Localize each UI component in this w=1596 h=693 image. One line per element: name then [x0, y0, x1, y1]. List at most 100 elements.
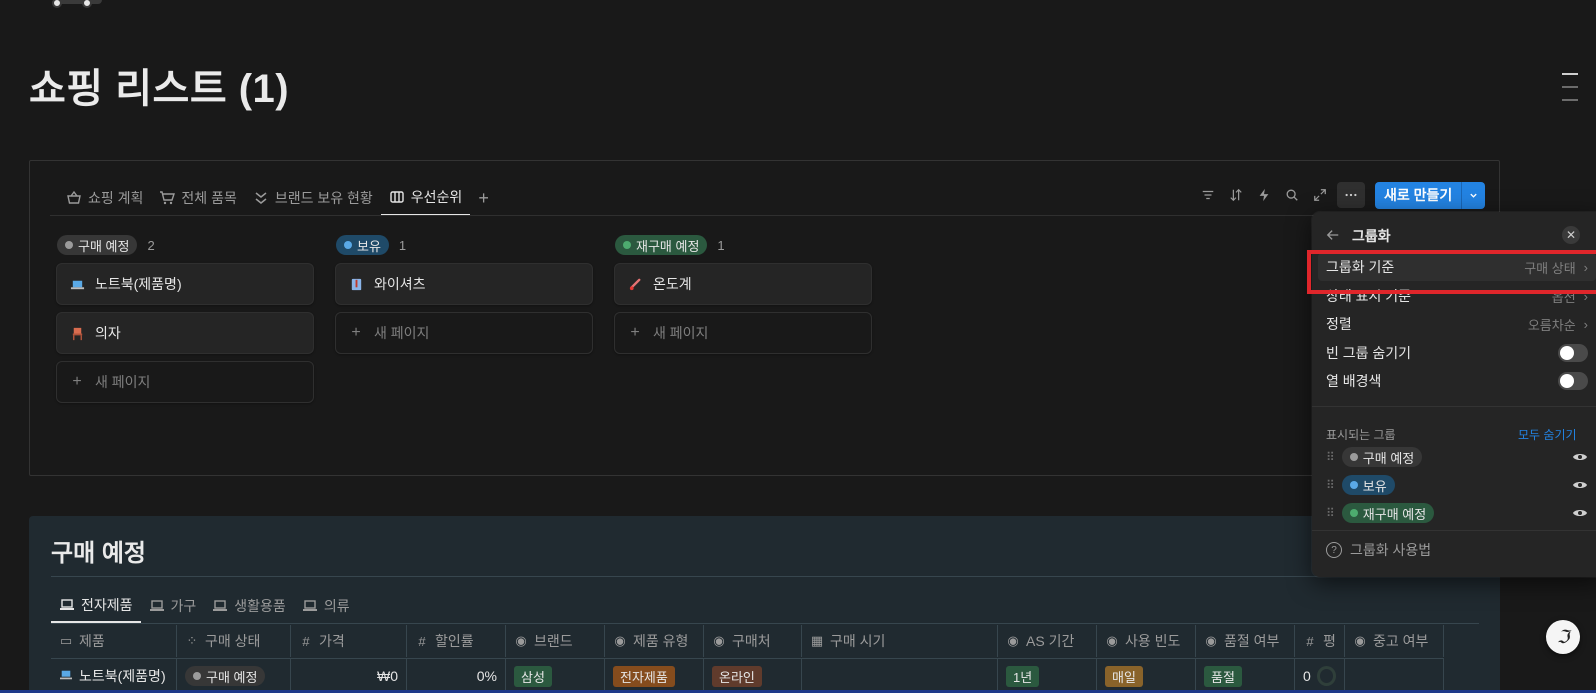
assistant-button[interactable]: ℑ — [1546, 620, 1580, 654]
sort-icon[interactable] — [1225, 184, 1247, 206]
column-background-toggle[interactable] — [1558, 372, 1588, 390]
laptop-icon — [59, 668, 73, 684]
hide-all-button[interactable]: 모두 숨기기 — [1518, 426, 1577, 443]
filter-icon[interactable] — [1197, 184, 1219, 206]
group-item[interactable]: ⠿ 구매 예정 — [1326, 444, 1588, 470]
eye-icon[interactable] — [1572, 451, 1588, 463]
status-badge: 보유 — [1341, 475, 1395, 495]
column-label: 제품 유형 — [633, 633, 689, 649]
add-view-button[interactable]: + — [470, 188, 497, 209]
column-header[interactable]: ▦ 구매 시기 — [802, 625, 998, 657]
column-header[interactable]: ◉ 중고 여부 — [1345, 625, 1444, 657]
divider — [51, 576, 1479, 577]
tab-clothing[interactable]: 의류 — [294, 589, 358, 623]
title-icon: ▭ — [59, 633, 73, 648]
board-card[interactable]: 온도계 — [614, 263, 872, 305]
drag-handle-icon[interactable]: ⠿ — [1326, 450, 1335, 464]
column-label: 품절 여부 — [1224, 633, 1280, 649]
column-header[interactable]: # 평 — [1295, 625, 1345, 657]
close-icon[interactable]: ✕ — [1562, 226, 1580, 244]
cell-frequency[interactable]: 매일 — [1097, 659, 1196, 693]
drag-handle-icon[interactable]: ⠿ — [1326, 478, 1335, 492]
group-item[interactable]: ⠿ 보유 — [1326, 472, 1588, 498]
status-icon: ⁘ — [186, 633, 198, 648]
cell-purchase-date[interactable] — [802, 659, 998, 693]
divider — [51, 623, 1479, 624]
cell-discount[interactable]: 0% — [407, 659, 506, 693]
tab-label: 브랜드 보유 현황 — [274, 190, 373, 206]
column-header[interactable]: # 할인률 — [407, 625, 506, 657]
calendar-icon: ▦ — [810, 633, 824, 648]
column-header[interactable]: ⁘ 구매 상태 — [177, 625, 291, 657]
more-options-icon[interactable] — [1337, 182, 1365, 208]
cell-as-period[interactable]: 1년 — [998, 659, 1097, 693]
tab-electronics[interactable]: 전자제품 — [51, 589, 141, 623]
cell-used[interactable] — [1345, 659, 1444, 693]
cell-brand[interactable]: 삼성 — [506, 659, 605, 693]
cell-status[interactable]: 구매 예정 — [177, 659, 291, 693]
group-count: 1 — [717, 237, 725, 253]
board-column: 재구매 예정 1 온도계 + 새 페이지 — [614, 234, 872, 361]
cell-rating[interactable]: 0 — [1295, 659, 1345, 693]
column-header[interactable]: ◉ 제품 유형 — [605, 625, 704, 657]
board-card[interactable]: 의자 — [56, 312, 314, 354]
new-page-button[interactable]: + 새 페이지 — [56, 361, 314, 403]
tab-all-items[interactable]: 전체 품목 — [151, 180, 244, 216]
hide-empty-toggle[interactable] — [1558, 344, 1588, 362]
page-icon[interactable] — [48, 0, 106, 12]
cell-product[interactable]: 노트북(제품명) — [51, 659, 177, 693]
status-badge[interactable]: 재구매 예정 — [615, 235, 708, 255]
status-badge[interactable]: 보유 — [336, 235, 389, 255]
board-card[interactable]: 와이셔츠 — [335, 263, 593, 305]
expand-icon[interactable] — [1309, 184, 1331, 206]
tab-shopping-plan[interactable]: 쇼핑 계획 — [58, 180, 151, 216]
status-label: 재구매 예정 — [636, 238, 700, 254]
chevron-down-icon[interactable] — [1461, 181, 1485, 209]
column-header[interactable]: ◉ 품절 여부 — [1196, 625, 1295, 657]
table-row[interactable]: 노트북(제품명) 구매 예정 ₩0 0% 삼성 전자제품 온라인 1년 매일 품… — [51, 658, 1444, 693]
column-label: 평 — [1323, 633, 1336, 649]
cell-price[interactable]: ₩0 — [291, 659, 407, 693]
new-button[interactable]: 새로 만들기 — [1375, 182, 1461, 209]
column-label: 구매처 — [732, 633, 771, 649]
column-header[interactable]: ◉ 구매처 — [704, 625, 802, 657]
tab-priority[interactable]: 우선순위 — [380, 180, 471, 216]
new-page-button[interactable]: + 새 페이지 — [614, 312, 872, 354]
eye-icon[interactable] — [1572, 507, 1588, 519]
column-header[interactable]: ◉ 브랜드 — [506, 625, 605, 657]
panel-title: 그룹화 — [1352, 228, 1391, 244]
automation-bolt-icon[interactable] — [1253, 184, 1275, 206]
column-header[interactable]: ◉ AS 기간 — [998, 625, 1097, 657]
cell-type[interactable]: 전자제품 — [605, 659, 704, 693]
search-icon[interactable] — [1281, 184, 1303, 206]
frequency-tag: 매일 — [1105, 665, 1143, 687]
cell-store[interactable]: 온라인 — [704, 659, 802, 693]
status-badge[interactable]: 구매 예정 — [57, 235, 138, 255]
eye-icon[interactable] — [1572, 479, 1588, 491]
sort-row[interactable]: 정렬 오름차순 › — [1318, 310, 1596, 338]
column-header[interactable]: ◉ 사용 빈도 — [1097, 625, 1196, 657]
page-title: 쇼핑 리스트 (1) — [29, 67, 290, 111]
tab-label: 전체 품목 — [181, 190, 237, 206]
tab-furniture[interactable]: 가구 — [141, 589, 205, 623]
column-header[interactable]: ▭ 제품 — [51, 625, 177, 657]
status-label: 구매 예정 — [206, 669, 258, 685]
tab-household[interactable]: 생활용품 — [204, 589, 294, 623]
drag-handle-icon[interactable]: ⠿ — [1326, 506, 1335, 520]
board-card[interactable]: 노트북(제품명) — [56, 263, 314, 305]
row-value: 오름차순 — [1527, 317, 1576, 333]
new-page-button[interactable]: + 새 페이지 — [335, 312, 593, 354]
board-column: 보유 1 와이셔츠 + 새 페이지 — [335, 234, 593, 361]
grouping-help-link[interactable]: ? 그룹화 사용법 — [1326, 540, 1431, 560]
tab-brand-status[interactable]: 브랜드 보유 현황 — [245, 180, 381, 216]
cell-soldout[interactable]: 품절 — [1196, 659, 1295, 693]
plus-icon: + — [630, 324, 640, 341]
back-arrow-icon[interactable] — [1326, 228, 1340, 245]
column-label: 제품 — [79, 633, 105, 649]
tab-label: 전자제품 — [81, 597, 133, 613]
column-header[interactable]: # 가격 — [291, 625, 407, 657]
table-of-contents-icon[interactable] — [1562, 73, 1578, 112]
divider — [1312, 530, 1596, 531]
laptop-icon — [60, 599, 74, 610]
group-item[interactable]: ⠿ 재구매 예정 — [1326, 500, 1588, 526]
